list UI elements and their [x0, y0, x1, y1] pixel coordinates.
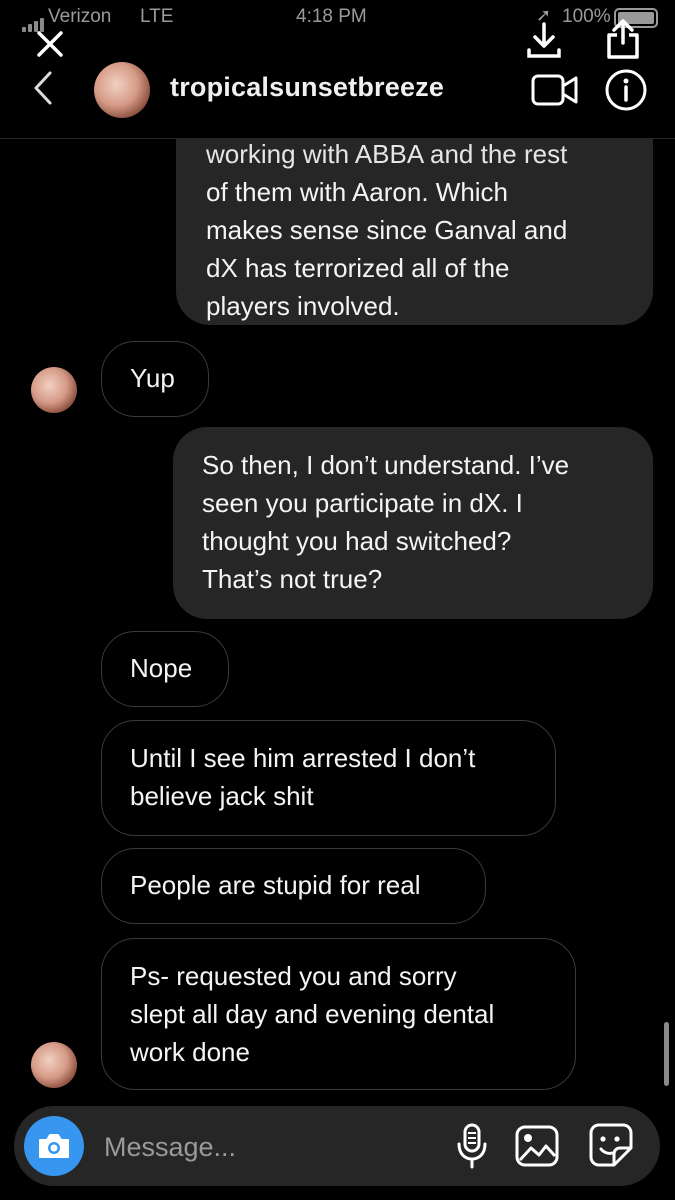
back-icon[interactable] — [28, 68, 58, 108]
conversation-header: tropicalsunsetbreeze — [0, 19, 675, 139]
message-text: People are stupid for real — [130, 870, 421, 900]
gallery-icon[interactable] — [514, 1124, 562, 1168]
message-text: Yup — [130, 363, 175, 393]
download-icon[interactable] — [522, 18, 566, 62]
message-text: slept all day and evening dental — [130, 999, 495, 1029]
close-icon[interactable] — [30, 24, 70, 64]
message-text: seen you participate in dX. I — [202, 488, 523, 518]
share-icon[interactable] — [600, 16, 646, 62]
video-call-icon[interactable] — [530, 70, 580, 110]
message-bubble-received[interactable]: People are stupid for real — [101, 848, 486, 924]
message-bubble-sent[interactable]: So then, I don’t understand. I’ve seen y… — [173, 427, 653, 619]
message-bubble-received[interactable]: Yup — [101, 341, 209, 417]
message-text: working with ABBA and the rest — [206, 139, 568, 169]
sender-avatar[interactable] — [31, 1042, 77, 1088]
message-thread[interactable]: working with ABBA and the rest of them w… — [0, 139, 675, 1099]
info-icon[interactable] — [604, 68, 648, 112]
microphone-icon[interactable] — [452, 1122, 492, 1170]
message-text: believe jack shit — [130, 781, 314, 811]
camera-icon[interactable] — [24, 1116, 84, 1176]
message-text: thought you had switched? — [202, 526, 512, 556]
message-bubble-received[interactable]: Ps- requested you and sorry slept all da… — [101, 938, 576, 1090]
message-text: dX has terrorized all of the — [206, 253, 510, 283]
message-bubble-sent[interactable]: working with ABBA and the rest of them w… — [176, 139, 653, 325]
message-text: of them with Aaron. Which — [206, 177, 509, 207]
sender-avatar[interactable] — [31, 367, 77, 413]
message-bubble-received[interactable]: Nope — [101, 631, 229, 707]
message-text: So then, I don’t understand. I’ve — [202, 450, 570, 480]
status-bar: Verizon LTE 4:18 PM ➚ 100% — [0, 0, 675, 38]
username[interactable]: tropicalsunsetbreeze — [170, 72, 444, 103]
message-text: Nope — [130, 653, 193, 683]
message-text: makes sense since Ganval and — [206, 215, 568, 245]
message-composer — [14, 1106, 660, 1186]
sticker-icon[interactable] — [588, 1122, 638, 1170]
message-text: work done — [130, 1037, 250, 1067]
message-text: Until I see him arrested I don’t — [130, 743, 476, 773]
message-text: Ps- requested you and sorry — [130, 961, 457, 991]
clock: 4:18 PM — [296, 6, 367, 27]
message-bubble-received[interactable]: Until I see him arrested I don’t believe… — [101, 720, 556, 836]
message-text: That’s not true? — [202, 564, 383, 594]
scrollbar[interactable] — [664, 1022, 669, 1086]
network-label: LTE — [140, 6, 174, 27]
message-text: players involved. — [206, 291, 400, 321]
message-input[interactable] — [102, 1126, 426, 1168]
profile-avatar[interactable] — [94, 62, 150, 118]
